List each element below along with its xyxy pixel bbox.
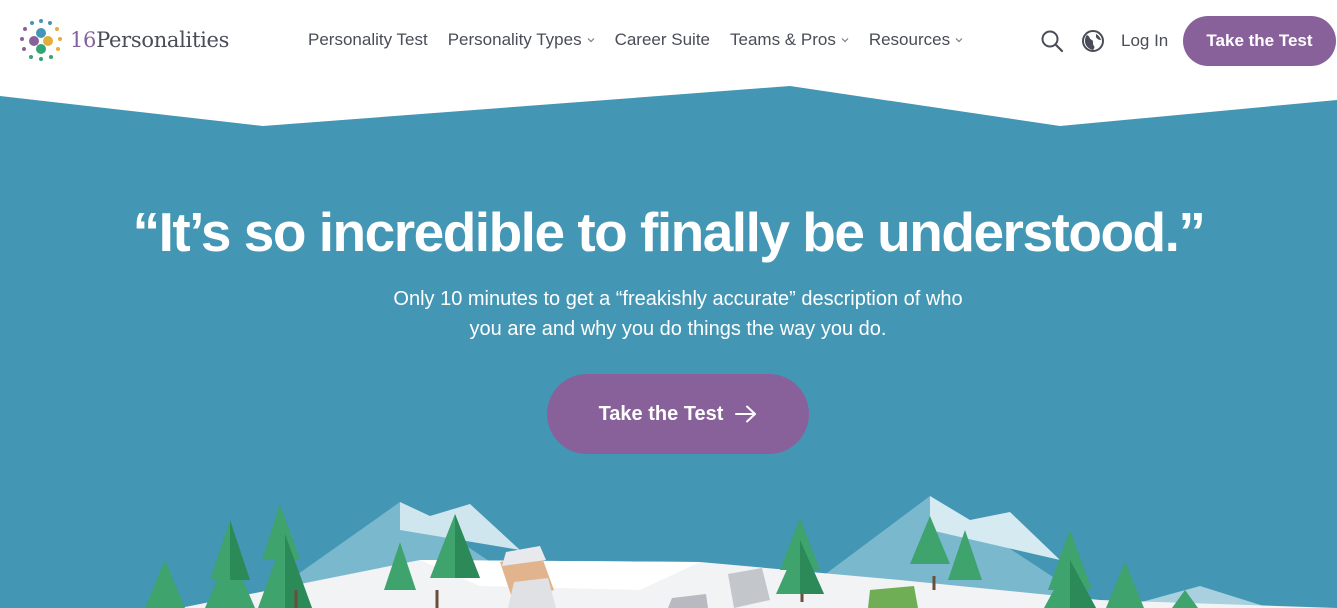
- chevron-down-icon: [587, 38, 595, 43]
- nav-label: Resources: [868, 30, 951, 49]
- search-button[interactable]: [1040, 29, 1064, 53]
- site-header: 16Personalities Personality Test Persona…: [0, 0, 1337, 84]
- language-button[interactable]: [1081, 29, 1105, 53]
- chevron-down-icon: [841, 38, 849, 43]
- nav-label: Career Suite: [614, 30, 711, 49]
- nav-career-suite[interactable]: Career Suite: [615, 30, 710, 50]
- arrow-right-icon: [735, 405, 757, 423]
- login-link[interactable]: Log In: [1121, 31, 1168, 51]
- take-test-button-header[interactable]: Take the Test: [1183, 16, 1336, 66]
- nav-label: Personality Types: [447, 30, 582, 49]
- logo-wordmark: 16Personalities: [70, 28, 230, 52]
- hero-cta-label: Take the Test: [598, 402, 724, 425]
- nav-personality-types[interactable]: Personality Types: [448, 30, 595, 50]
- nav-personality-test[interactable]: Personality Test: [308, 30, 428, 50]
- search-icon: [1041, 30, 1064, 53]
- nav-resources[interactable]: Resources: [869, 30, 963, 50]
- main-nav: Personality Test Personality Types Caree…: [308, 30, 983, 50]
- take-test-button-hero[interactable]: Take the Test: [547, 374, 809, 454]
- hero-subline-line-2: you are and why you do things the way yo…: [469, 318, 887, 340]
- hero-subline-line-1: Only 10 minutes to get a “freakishly acc…: [393, 288, 963, 310]
- nav-label: Personality Test: [308, 30, 428, 49]
- nav-teams-pros[interactable]: Teams & Pros: [730, 30, 849, 50]
- nav-label: Teams & Pros: [730, 30, 836, 49]
- hero-subline: Only 10 minutes to get a “freakishly acc…: [368, 284, 988, 344]
- hero-headline: “It’s so incredible to finally be unders…: [132, 201, 1206, 263]
- globe-icon: [1082, 30, 1104, 52]
- logo-dots-icon: [20, 19, 62, 61]
- hero-section: “It’s so incredible to finally be unders…: [0, 0, 1337, 608]
- chevron-down-icon: [955, 38, 963, 43]
- brand-logo[interactable]: 16Personalities: [18, 17, 229, 63]
